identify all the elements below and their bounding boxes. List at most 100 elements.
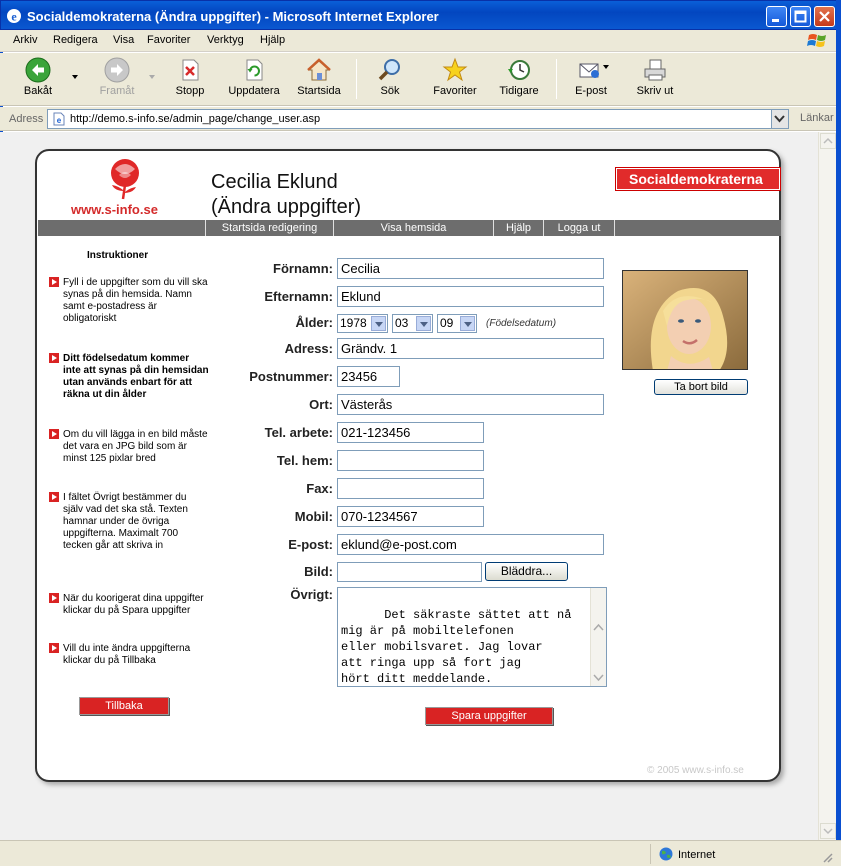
nav-visa-hemsida[interactable]: Visa hemsida [333, 220, 493, 236]
lastname-label: Efternamn: [264, 289, 333, 304]
menu-verktyg[interactable]: Verktyg [207, 34, 244, 46]
globe-icon [659, 847, 673, 861]
other-textarea[interactable]: Det säkraste sättet att nå mig är på mob… [337, 587, 607, 687]
email-label: E-post: [288, 537, 333, 552]
profile-photo [622, 270, 748, 370]
mobile-label: Mobil: [294, 509, 333, 524]
menu-hjalp[interactable]: Hjälp [260, 34, 285, 46]
window-border-right [836, 0, 841, 866]
resize-grip-icon[interactable] [821, 851, 833, 863]
nav-logga-ut[interactable]: Logga ut [543, 220, 615, 236]
scroll-up-icon [823, 137, 833, 144]
image-file-input[interactable] [337, 562, 482, 582]
email-input[interactable]: eklund@e-post.com [337, 534, 604, 555]
nav-hjalp[interactable]: Hjälp [493, 220, 543, 236]
textarea-scrollbar[interactable] [590, 588, 606, 686]
home-phone-input[interactable] [337, 450, 484, 471]
maximize-icon [794, 10, 807, 23]
status-bar: Internet [0, 840, 841, 866]
forward-button[interactable]: Framåt [96, 57, 138, 97]
toolbar-separator [356, 59, 357, 99]
chevron-down-icon [774, 115, 785, 123]
age-label: Ålder: [295, 315, 333, 330]
close-icon [819, 11, 830, 22]
firstname-input[interactable]: Cecilia [337, 258, 604, 279]
instruction-item: Fyll i de uppgifter som du vill ska syna… [49, 277, 209, 325]
brand-badge: Socialdemokraterna [615, 167, 781, 191]
back-dropdown-icon[interactable] [72, 75, 78, 79]
mobile-input[interactable]: 070-1234567 [337, 506, 484, 527]
address-url: http://demo.s-info.se/admin_page/change_… [70, 113, 321, 125]
address-input[interactable]: e http://demo.s-info.se/admin_page/chang… [47, 109, 789, 129]
windows-flag-icon [807, 34, 826, 47]
city-input[interactable]: Västerås [337, 394, 604, 415]
birth-day-select[interactable]: 09 [437, 314, 477, 333]
birth-year-select[interactable]: 1978 [337, 314, 388, 333]
page-scrollbar[interactable] [818, 132, 836, 840]
forward-arrow-icon [104, 57, 130, 83]
other-label: Övrigt: [290, 587, 333, 602]
chevron-down-icon [371, 316, 386, 331]
browse-button[interactable]: Bläddra... [485, 562, 568, 581]
toolbar: Bakåt Framåt Stopp Uppdatera Startsida S… [0, 53, 841, 106]
address-dropdown-button[interactable] [771, 110, 788, 128]
close-button[interactable] [814, 6, 835, 27]
print-button[interactable]: Skriv ut [634, 57, 676, 97]
back-link-button[interactable]: Tillbaka [79, 697, 169, 715]
menu-bar: Arkiv Redigera Visa Favoriter Verktyg Hj… [0, 30, 841, 52]
refresh-icon [246, 59, 263, 81]
nav-startsida-redigering[interactable]: Startsida redigering [205, 220, 333, 236]
address-label: Adress [9, 113, 44, 125]
profile-photo-image [623, 271, 747, 369]
nav-bar: Startsida redigering Visa hemsida Hjälp … [38, 220, 781, 236]
work-phone-input[interactable]: 021-123456 [337, 422, 484, 443]
window-titlebar: e Socialdemokraterna (Ändra uppgifter) -… [0, 0, 841, 30]
menu-redigera[interactable]: Redigera [53, 34, 98, 46]
remove-image-button[interactable]: Ta bort bild [654, 379, 748, 395]
favorites-button[interactable]: Favoriter [430, 57, 480, 97]
minimize-button[interactable] [766, 6, 787, 27]
maximize-button[interactable] [790, 6, 811, 27]
chevron-down-icon [460, 316, 475, 331]
birth-month-select[interactable]: 03 [392, 314, 433, 333]
home-phone-label: Tel. hem: [276, 453, 333, 468]
history-button[interactable]: Tidigare [496, 57, 542, 97]
page-title: Cecilia Eklund (Ändra uppgifter) [211, 170, 361, 220]
save-button[interactable]: Spara uppgifter [425, 707, 553, 725]
back-button[interactable]: Bakåt [18, 57, 58, 97]
birth-date-hint: (Födelsedatum) [486, 318, 557, 329]
mail-button[interactable]: E-post [572, 57, 610, 97]
arrow-bullet-icon [49, 277, 59, 287]
links-button[interactable]: Länkar [800, 112, 834, 124]
lastname-input[interactable]: Eklund [337, 286, 604, 307]
page-icon: e [53, 112, 65, 126]
scroll-up-icon [593, 623, 604, 631]
menu-visa[interactable]: Visa [113, 34, 134, 46]
history-icon [508, 60, 530, 80]
mail-dropdown-icon[interactable] [603, 65, 609, 69]
menu-arkiv[interactable]: Arkiv [13, 34, 37, 46]
arrow-bullet-icon [49, 353, 59, 363]
zip-label: Postnummer: [249, 369, 333, 384]
refresh-button[interactable]: Uppdatera [226, 57, 282, 97]
arrow-bullet-icon [49, 643, 59, 653]
address-field[interactable]: Grändv. 1 [337, 338, 604, 359]
home-button[interactable]: Startsida [296, 57, 342, 97]
forward-dropdown-icon[interactable] [149, 75, 155, 79]
menu-favoriter[interactable]: Favoriter [147, 34, 190, 46]
home-icon [307, 58, 331, 81]
printer-icon [644, 59, 666, 81]
search-button[interactable]: Sök [372, 57, 408, 97]
stop-button[interactable]: Stopp [172, 57, 208, 97]
chevron-down-icon [416, 316, 431, 331]
scroll-down-button[interactable] [820, 823, 836, 839]
scroll-up-button[interactable] [820, 133, 836, 149]
instruction-item: Om du vill lägga in en bild måste det va… [49, 429, 209, 465]
logo-url[interactable]: www.s-info.se [71, 202, 158, 217]
arrow-bullet-icon [49, 429, 59, 439]
fax-input[interactable] [337, 478, 484, 499]
page-viewport: www.s-info.se Cecilia Eklund (Ändra uppg… [0, 132, 818, 840]
copyright: © 2005 www.s-info.se [647, 765, 744, 776]
minimize-icon [772, 19, 779, 22]
zip-input[interactable]: 23456 [337, 366, 400, 387]
